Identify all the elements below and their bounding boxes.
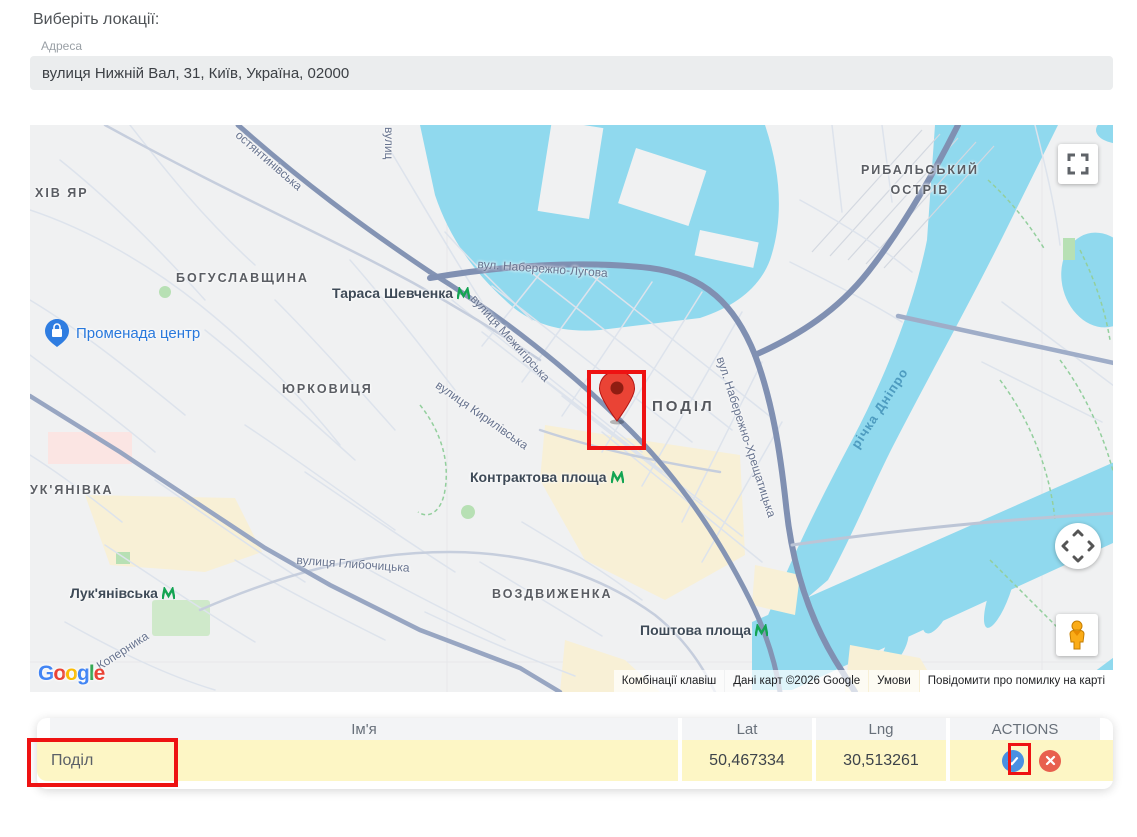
check-icon bbox=[1007, 755, 1019, 767]
logo-letter: G bbox=[38, 662, 53, 686]
poi-promenada[interactable]: Променада центр bbox=[44, 318, 200, 348]
column-header-name: Ім'я bbox=[50, 718, 678, 740]
terms-link[interactable]: Умови bbox=[869, 670, 919, 692]
map-attribution: Комбінації клавіш Дані карт ©2026 Google… bbox=[613, 670, 1113, 692]
delete-location-button[interactable] bbox=[1039, 750, 1061, 772]
logo-letter: o bbox=[65, 662, 77, 686]
pegman-icon bbox=[1064, 620, 1090, 650]
locations-table: Ім'я Lat Lng ACTIONS Поділ 50,467334 30,… bbox=[37, 718, 1113, 789]
google-logo[interactable]: Google bbox=[38, 662, 104, 686]
pan-arrows-icon bbox=[1061, 529, 1095, 563]
location-marker-pin[interactable] bbox=[599, 371, 635, 425]
logo-letter: e bbox=[94, 662, 105, 686]
column-header-actions: ACTIONS bbox=[950, 718, 1100, 740]
cell-lng: 30,513261 bbox=[816, 740, 946, 781]
address-field-label: Адреса bbox=[41, 39, 82, 53]
location-picker-page: Виберіть локації: Адреса bbox=[0, 0, 1137, 837]
confirm-location-button[interactable] bbox=[1002, 750, 1024, 772]
google-map[interactable]: ХІВ ЯР БОГУСЛАВЩИНА ЮРКОВИЦЯ ПОДІЛ УК'ЯН… bbox=[30, 125, 1113, 692]
pan-control[interactable] bbox=[1055, 523, 1101, 569]
cell-lat: 50,467334 bbox=[682, 740, 812, 781]
column-header-lng: Lng bbox=[816, 718, 946, 740]
map-data-copyright: Дані карт ©2026 Google bbox=[725, 670, 868, 692]
page-title: Виберіть локації: bbox=[33, 11, 159, 29]
logo-letter: g bbox=[77, 662, 89, 686]
report-map-error-link[interactable]: Повідомити про помилку на карті bbox=[920, 670, 1113, 692]
poi-label: Променада центр bbox=[76, 325, 200, 342]
table-header-row: Ім'я Lat Lng ACTIONS bbox=[37, 718, 1113, 740]
logo-letter: o bbox=[53, 662, 65, 686]
shopping-bag-icon bbox=[44, 318, 70, 348]
address-input[interactable] bbox=[30, 56, 1113, 90]
fullscreen-icon bbox=[1067, 153, 1089, 175]
pegman-control[interactable] bbox=[1056, 614, 1098, 656]
keyboard-shortcuts-link[interactable]: Комбінації клавіш bbox=[614, 670, 724, 692]
cell-name: Поділ bbox=[37, 740, 678, 781]
x-icon bbox=[1045, 755, 1056, 766]
column-header-lat: Lat bbox=[682, 718, 812, 740]
table-row: Поділ 50,467334 30,513261 bbox=[37, 740, 1113, 781]
map-canvas[interactable] bbox=[30, 125, 1113, 692]
cell-actions bbox=[950, 740, 1113, 781]
fullscreen-button[interactable] bbox=[1058, 144, 1098, 184]
